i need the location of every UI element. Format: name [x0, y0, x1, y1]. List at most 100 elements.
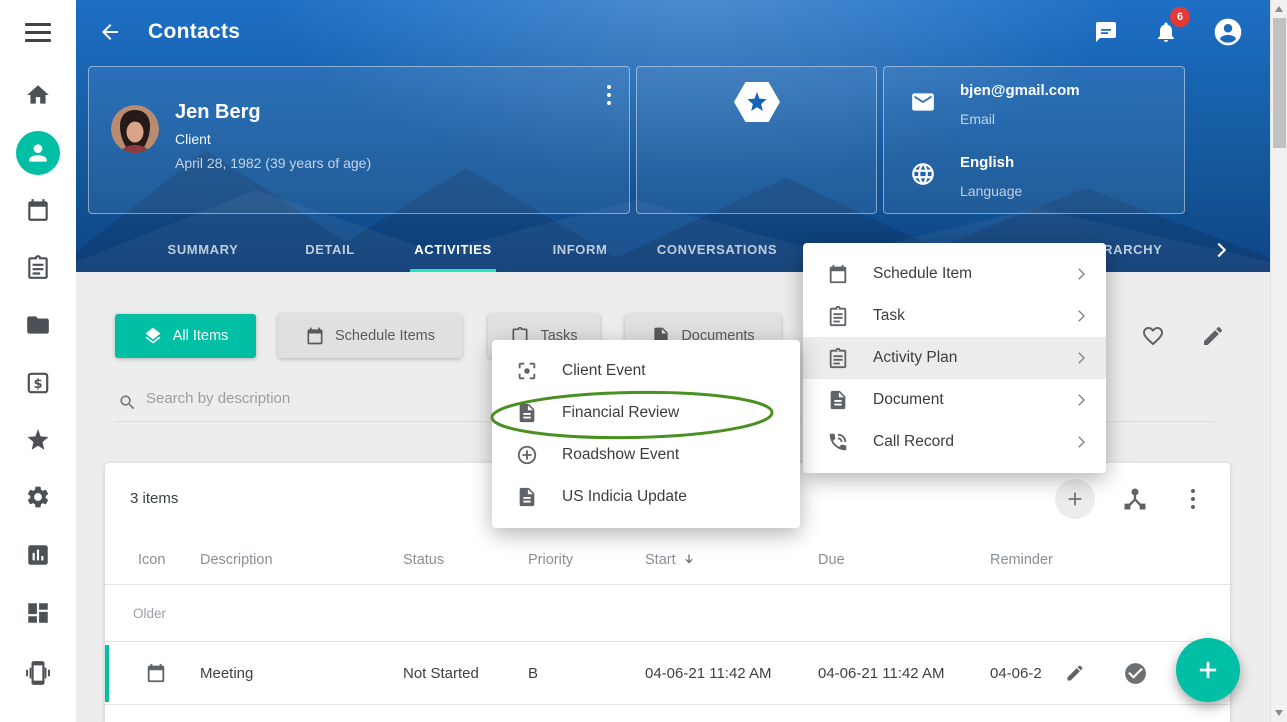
- menu-item-label: Task: [873, 307, 905, 325]
- dashboard-icon[interactable]: [25, 600, 51, 626]
- menu-item-label: Schedule Item: [873, 265, 972, 283]
- contact-birthdate: April 28, 1982 (39 years of age): [175, 155, 371, 171]
- assignment-icon: [827, 305, 849, 327]
- page-scrollbar[interactable]: [1270, 0, 1287, 722]
- cell-due: 04-06-21 11:42 AM: [818, 642, 944, 705]
- sort-desc-icon: [682, 552, 696, 566]
- plus-icon: [1194, 656, 1222, 684]
- svg-text:$: $: [33, 377, 42, 392]
- pencil-edit-icon[interactable]: [1201, 324, 1225, 348]
- filter-schedule-items-button[interactable]: Schedule Items: [278, 314, 462, 358]
- profile-photo: [111, 105, 159, 153]
- hierarchy-view-icon[interactable]: [1121, 485, 1149, 513]
- profile-card-menu-icon[interactable]: [607, 85, 611, 114]
- create-activity-menu: Schedule Item Task Activity Plan Documen…: [803, 243, 1106, 473]
- tab-summary[interactable]: SUMMARY: [165, 228, 241, 272]
- layers-icon: [143, 326, 163, 346]
- filter-all-items-button[interactable]: All Items: [115, 314, 256, 358]
- calendar-icon[interactable]: [25, 197, 51, 223]
- col-due[interactable]: Due: [818, 535, 845, 585]
- contacts-icon[interactable]: [16, 131, 60, 175]
- col-priority[interactable]: Priority: [528, 535, 573, 585]
- col-icon[interactable]: Icon: [138, 535, 165, 585]
- account-avatar-icon[interactable]: [1212, 16, 1244, 48]
- col-start[interactable]: Start: [645, 535, 696, 585]
- submenu-item-label: Client Event: [562, 362, 646, 380]
- reports-icon[interactable]: [25, 542, 51, 568]
- fab-add-button[interactable]: [1176, 638, 1240, 702]
- page-header: Contacts 6: [76, 0, 1270, 272]
- col-start-label: Start: [645, 552, 676, 568]
- plus-icon: [1064, 488, 1086, 510]
- chevron-right-icon: [1072, 307, 1090, 325]
- folder-icon[interactable]: [25, 312, 51, 338]
- phone-in-talk-icon: [827, 431, 849, 453]
- email-value: bjen@gmail.com: [960, 82, 1080, 99]
- call-log-icon[interactable]: [25, 660, 51, 686]
- scroll-up-icon[interactable]: [1275, 6, 1283, 12]
- submenu-item-label: US Indicia Update: [562, 488, 687, 506]
- row-complete-check-icon[interactable]: [1123, 661, 1148, 686]
- cell-reminder: 04-06-2: [990, 642, 1042, 705]
- chat-icon[interactable]: [1094, 20, 1118, 44]
- row-edit-icon[interactable]: [1065, 663, 1085, 683]
- submenu-item-roadshow-event[interactable]: Roadshow Event: [492, 434, 800, 476]
- submenu-item-us-indicia-update[interactable]: US Indicia Update: [492, 476, 800, 518]
- contact-info-card: bjen@gmail.com Email English Language: [883, 66, 1185, 214]
- filter-label: Schedule Items: [335, 328, 435, 344]
- tab-conversations[interactable]: CONVERSATIONS: [655, 228, 779, 272]
- assignment-icon: [827, 347, 849, 369]
- left-sidebar: $: [0, 0, 76, 722]
- star-icon[interactable]: [25, 427, 51, 453]
- search-icon: [118, 393, 137, 412]
- fees-icon[interactable]: $: [25, 370, 51, 396]
- contact-name: Jen Berg: [175, 101, 261, 124]
- chevron-right-icon: [1072, 433, 1090, 451]
- email-label: Email: [960, 111, 995, 127]
- submenu-item-label: Roadshow Event: [562, 446, 679, 464]
- search-input[interactable]: [146, 382, 476, 414]
- items-count: 3 items: [130, 463, 178, 535]
- col-reminder[interactable]: Reminder: [990, 535, 1053, 585]
- menu-item-call-record[interactable]: Call Record: [803, 421, 1106, 463]
- col-status[interactable]: Status: [403, 535, 444, 585]
- table-header-row: Icon Description Status Priority Start D…: [105, 535, 1230, 585]
- tasks-icon[interactable]: [25, 254, 51, 280]
- tab-inform[interactable]: INFORM: [552, 228, 608, 272]
- menu-item-document[interactable]: Document: [803, 379, 1106, 421]
- menu-item-label: Document: [873, 391, 944, 409]
- cell-description: Meeting: [200, 642, 253, 705]
- cell-status: Not Started: [403, 642, 479, 705]
- menu-icon[interactable]: [25, 23, 51, 43]
- tabs-scroll-right-icon[interactable]: [1210, 239, 1232, 261]
- menu-item-task[interactable]: Task: [803, 295, 1106, 337]
- submenu-item-client-event[interactable]: Client Event: [492, 350, 800, 392]
- email-icon: [910, 89, 936, 115]
- add-item-button[interactable]: [1055, 479, 1095, 519]
- contact-type: Client: [175, 131, 211, 147]
- menu-item-schedule-item[interactable]: Schedule Item: [803, 253, 1106, 295]
- calendar-icon: [305, 326, 325, 346]
- settings-icon[interactable]: [25, 484, 51, 510]
- calendar-icon: [827, 263, 849, 285]
- submenu-item-financial-review[interactable]: Financial Review: [492, 392, 800, 434]
- back-arrow-icon[interactable]: [98, 20, 122, 44]
- menu-item-label: Call Record: [873, 433, 954, 451]
- table-row[interactable]: Meeting Not Started B 04-06-21 11:42 AM …: [105, 642, 1230, 705]
- language-value: English: [960, 154, 1014, 171]
- list-menu-icon[interactable]: [1191, 489, 1195, 518]
- app-window: $ Contacts: [0, 0, 1287, 722]
- col-description[interactable]: Description: [200, 535, 273, 585]
- cell-start: 04-06-21 11:42 AM: [645, 642, 771, 705]
- center-focus-icon: [516, 360, 538, 382]
- heart-favorite-icon[interactable]: [1141, 324, 1165, 348]
- tab-activities[interactable]: ACTIVITIES: [410, 228, 496, 272]
- scroll-down-icon[interactable]: [1275, 710, 1283, 716]
- home-icon[interactable]: [25, 82, 51, 108]
- document-icon: [516, 486, 538, 508]
- profile-card: Jen Berg Client April 28, 1982 (39 years…: [88, 66, 630, 214]
- language-label: Language: [960, 183, 1022, 199]
- scrollbar-thumb[interactable]: [1273, 18, 1286, 148]
- tab-detail[interactable]: DETAIL: [305, 228, 355, 272]
- menu-item-activity-plan[interactable]: Activity Plan: [803, 337, 1106, 379]
